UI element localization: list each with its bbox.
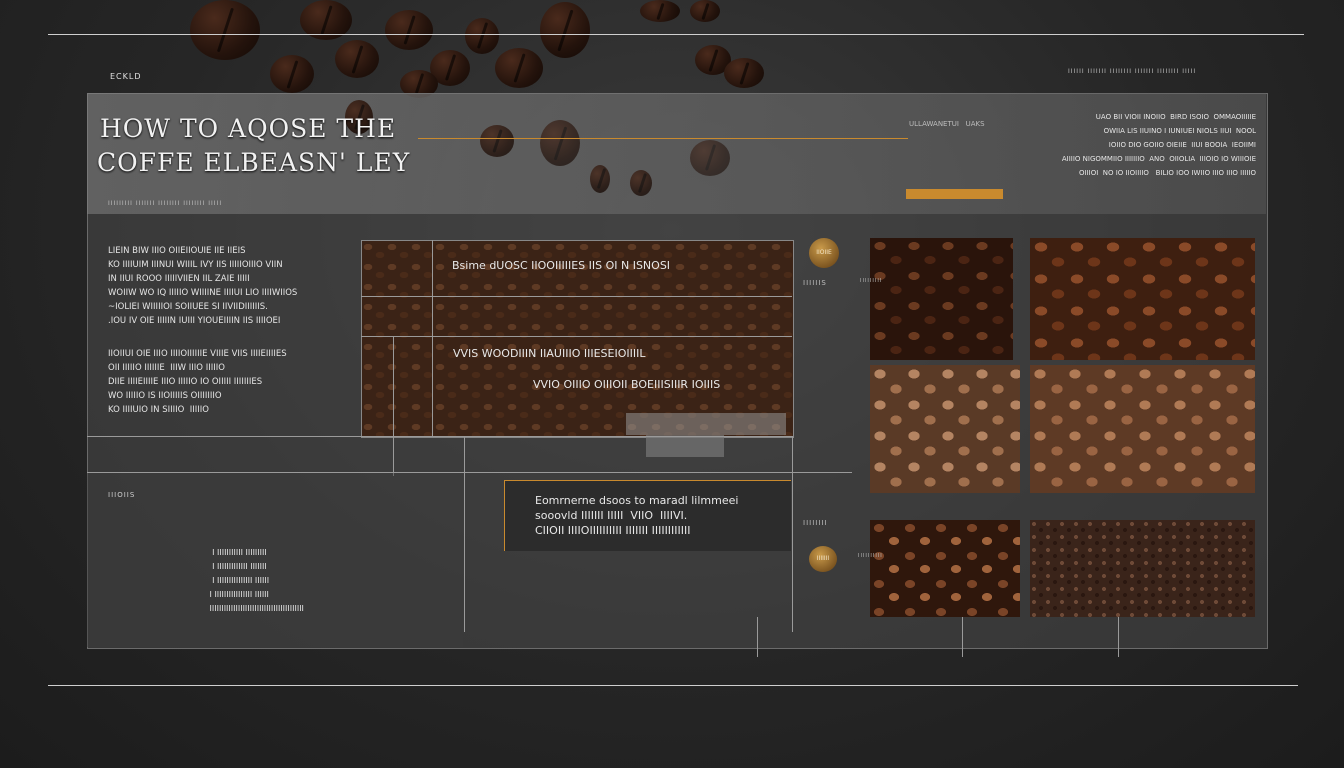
bean-decor: [270, 55, 314, 93]
divider-line: [87, 436, 792, 437]
bean-photo-mixed-roast: [870, 520, 1020, 617]
bean-decor: [630, 170, 652, 196]
bean-decor: [495, 48, 543, 88]
intro-paragraph-2: IIOIIUI OIE IIIO IIIIOIIIIIIE VIIIE VIIS…: [108, 349, 287, 415]
title-accent-line: [418, 138, 908, 139]
top-rule: [48, 34, 1304, 35]
divider-line: [962, 617, 963, 657]
grid-overlay: [626, 413, 786, 435]
bean-photo-dark-roast: [870, 238, 1013, 360]
gallery-label: IIIIIIIIII: [858, 553, 883, 559]
lower-left-tag: IIIOIIS: [108, 491, 136, 499]
grid-line: [393, 336, 394, 476]
bottom-rule: [48, 685, 1298, 686]
gallery-label: IIIIIIIII: [860, 278, 883, 284]
hero-caption: IIIIIIIII IIIIIII IIIIIIII IIIIIIII IIII…: [108, 200, 223, 207]
grid-text-2: VVIS WOODIIIN IIAUIIIO IIIESEIOIIIIL: [453, 347, 646, 360]
badge-medallion: IIOIIE: [809, 238, 839, 268]
divider-line: [464, 436, 465, 632]
badge-medallion: IIIIIII: [809, 546, 837, 572]
accent-bar: [906, 189, 1003, 199]
hero-side-text: UAO BII VIOII INOIIO BIRD ISOIO OMMAOIII…: [1061, 113, 1256, 177]
grid-overlay: [646, 435, 724, 457]
bean-decor: [540, 120, 580, 166]
note-text: Eomrnerne dsoos to maradl lilmmeei sooov…: [535, 494, 739, 537]
divider-line: [757, 617, 758, 657]
grid-text-3: VVIO OIIIO OIIIOII BOEIIISIIIR IOIIIS: [533, 378, 721, 391]
grid-line: [361, 336, 792, 337]
header-tag: ECKLD: [110, 72, 142, 81]
bean-decor: [640, 0, 680, 22]
lower-left-list: I IIIIIIIIIII IIIIIIIII I IIIIIIIIIIIII …: [209, 548, 304, 613]
bean-decor: [480, 125, 514, 157]
bean-photo-light-roast: [870, 365, 1020, 493]
bean-photo-ground: [1030, 520, 1255, 617]
bean-decor: [190, 0, 260, 60]
divider-line: [792, 436, 793, 632]
page-title-line1: HOW TO AQOSE THE: [100, 114, 397, 143]
grid-line: [361, 296, 792, 297]
grid-text-1: Bsime dUOSC IIOOIIIIIES IIS OI N ISNOSI: [452, 259, 671, 272]
badge-label: IIIIIIS: [803, 279, 827, 287]
grid-line: [432, 240, 433, 436]
bean-decor: [335, 40, 379, 78]
page-title-line2: COFFE ELBEASN' LEY: [97, 148, 411, 177]
bean-photo-medium-roast: [1030, 238, 1255, 360]
bean-decor: [465, 18, 499, 54]
bean-decor: [690, 0, 720, 22]
bean-decor: [590, 165, 610, 193]
bean-decor: [540, 2, 590, 58]
intro-paragraph-1: LIEIN BIW IIIO OIIEIIOUIE IIE IIEIS KO I…: [108, 246, 298, 326]
divider-line: [1118, 617, 1119, 657]
bean-photo-blonde-roast: [1030, 365, 1255, 493]
bean-decor: [724, 58, 764, 88]
badge-label: IIIIIIII: [803, 519, 828, 527]
header-meta: IIIIII IIIIIII IIIIIIII IIIIIII IIIIIIII…: [1068, 68, 1197, 75]
bean-decor: [690, 140, 730, 176]
bean-decor: [385, 10, 433, 50]
